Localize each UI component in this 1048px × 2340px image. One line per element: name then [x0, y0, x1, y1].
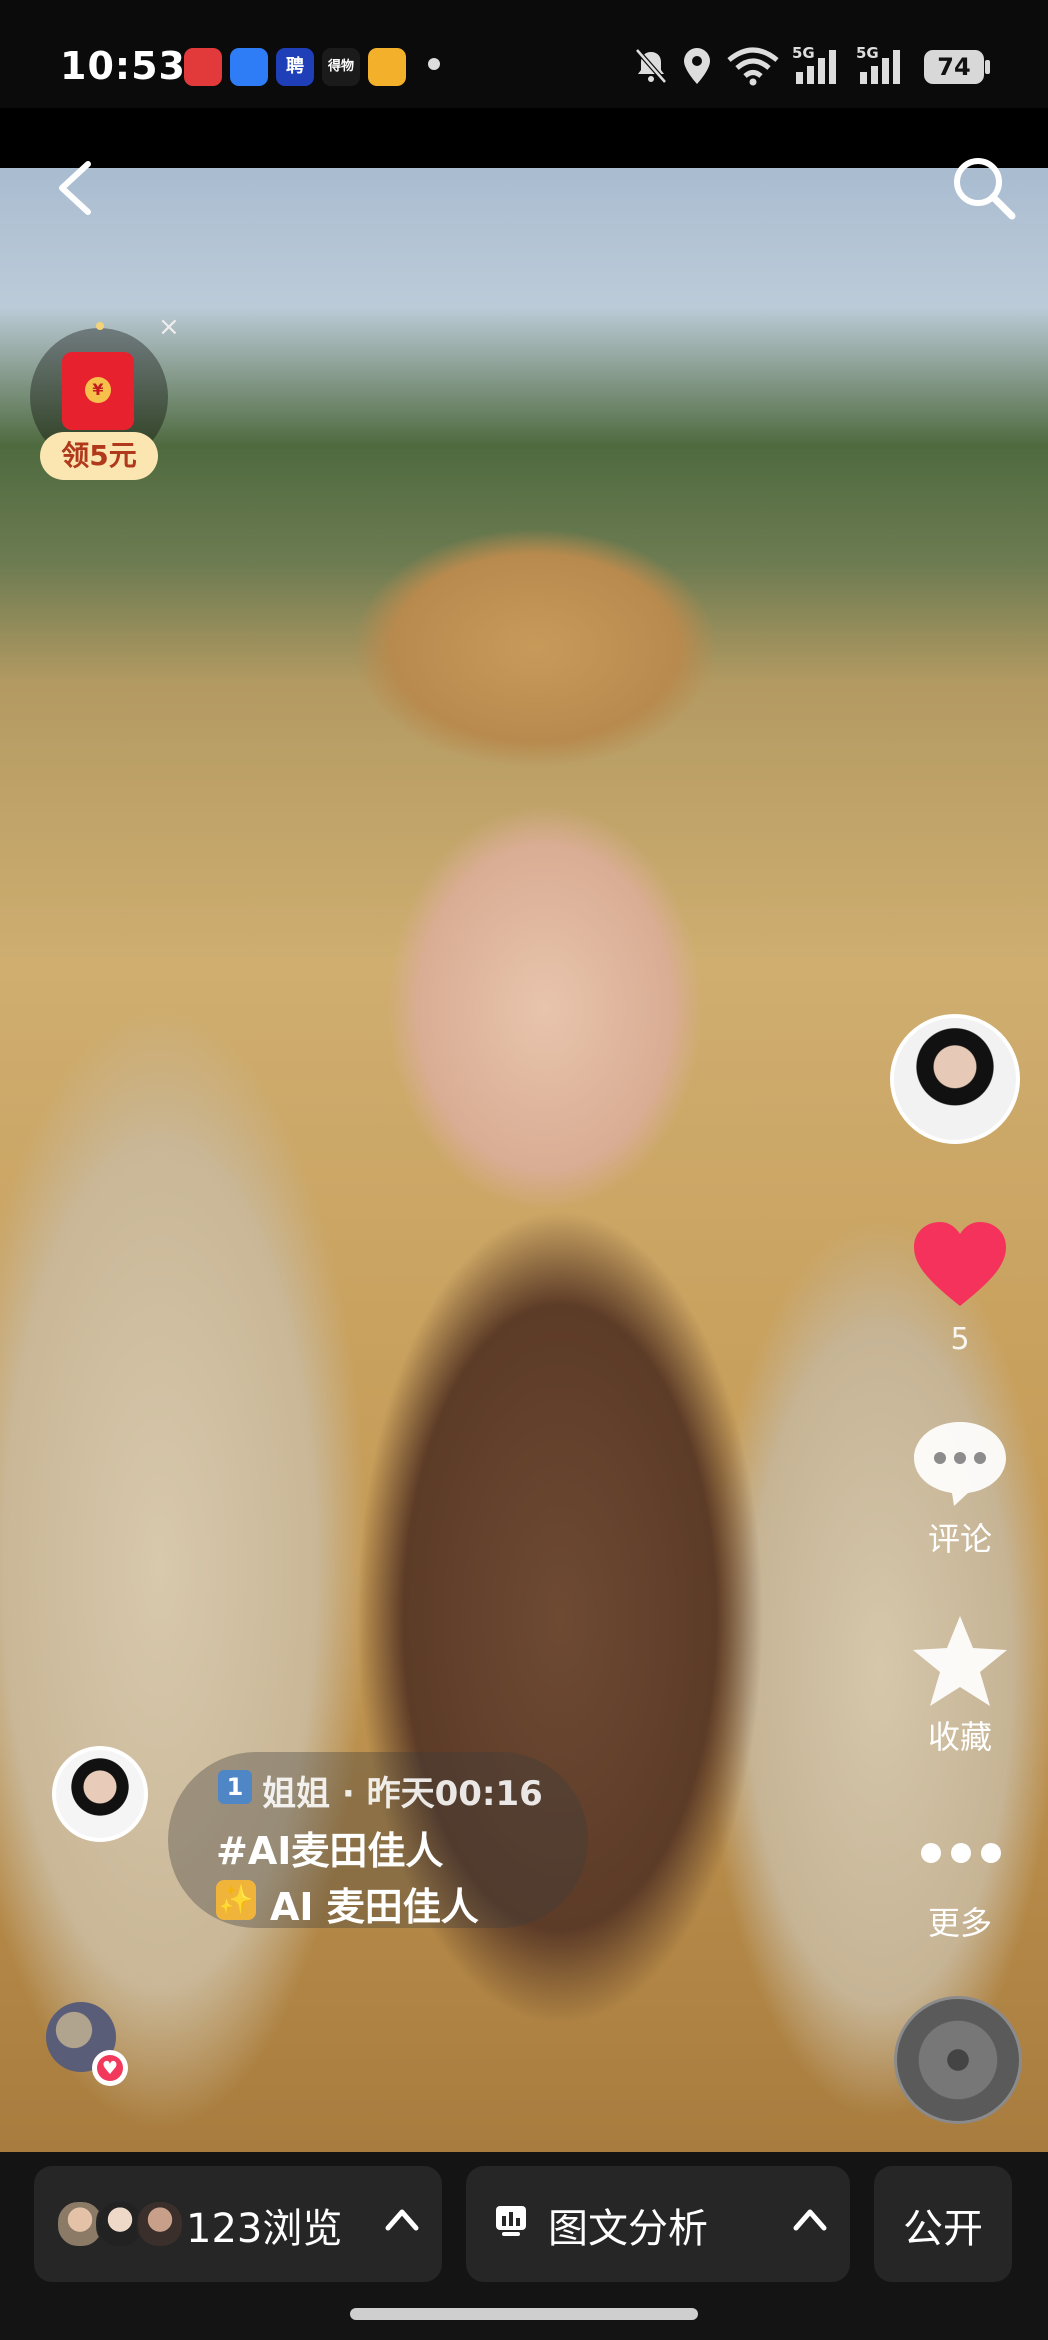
author-avatar[interactable]	[890, 1014, 1020, 1144]
chevron-left-icon[interactable]	[50, 158, 100, 218]
status-time: 10:53	[60, 44, 186, 88]
zhaopin-app-icon: 聘	[276, 48, 314, 86]
notification-dot	[428, 58, 440, 70]
heart-badge-icon: ♥	[97, 2055, 123, 2081]
favorite-label: 收藏	[927, 1718, 992, 1756]
search-icon[interactable]	[948, 152, 1018, 222]
comment-label: 评论	[927, 1520, 992, 1558]
red-packet-knob	[96, 322, 104, 330]
star-icon[interactable]	[910, 1612, 1010, 1712]
home-indicator[interactable]	[350, 2308, 698, 2320]
chevron-up-icon	[793, 2209, 827, 2231]
cellular-signal-2-icon	[860, 50, 900, 84]
files-app-icon	[230, 48, 268, 86]
battery-tip	[985, 60, 990, 74]
post-title[interactable]: AI 麦田佳人	[270, 1876, 479, 1931]
heart-icon[interactable]	[910, 1220, 1010, 1310]
cellular-signal-1-icon	[796, 50, 836, 84]
photo-top-shade	[0, 108, 1048, 168]
sparkle-icon: ✨	[216, 1880, 256, 1920]
viewer-avatar	[136, 2200, 184, 2248]
coin-icon: ¥	[85, 377, 111, 403]
music-disc[interactable]	[894, 1996, 1022, 2124]
more-icon[interactable]	[916, 1838, 1006, 1868]
video-app-icon	[368, 48, 406, 86]
news-app-icon	[184, 48, 222, 86]
like-count: 5	[950, 1322, 970, 1357]
post-hashtag[interactable]: #AI麦田佳人	[216, 1820, 443, 1875]
author-and-time: 姐姐 · 昨天00:16	[262, 1774, 543, 1814]
comment-icon[interactable]	[910, 1418, 1010, 1508]
red-packet-label[interactable]: 领5元	[40, 432, 158, 480]
chevron-up-icon	[385, 2209, 419, 2231]
battery-indicator: 74	[924, 50, 984, 84]
analysis-label: 图文分析	[548, 2206, 708, 2252]
location-icon	[684, 48, 710, 84]
mute-bell-icon	[635, 48, 667, 84]
rank-badge: 1	[218, 1770, 252, 1804]
poster-avatar[interactable]	[52, 1746, 148, 1842]
bar-chart-icon	[496, 2206, 526, 2236]
more-label: 更多	[927, 1904, 992, 1942]
views-label: 123浏览	[186, 2206, 343, 2252]
wifi-icon	[727, 47, 779, 86]
public-label: 公开	[903, 2206, 983, 2252]
close-icon[interactable]: ×	[158, 312, 180, 342]
dewu-app-icon: 得物	[322, 48, 360, 86]
